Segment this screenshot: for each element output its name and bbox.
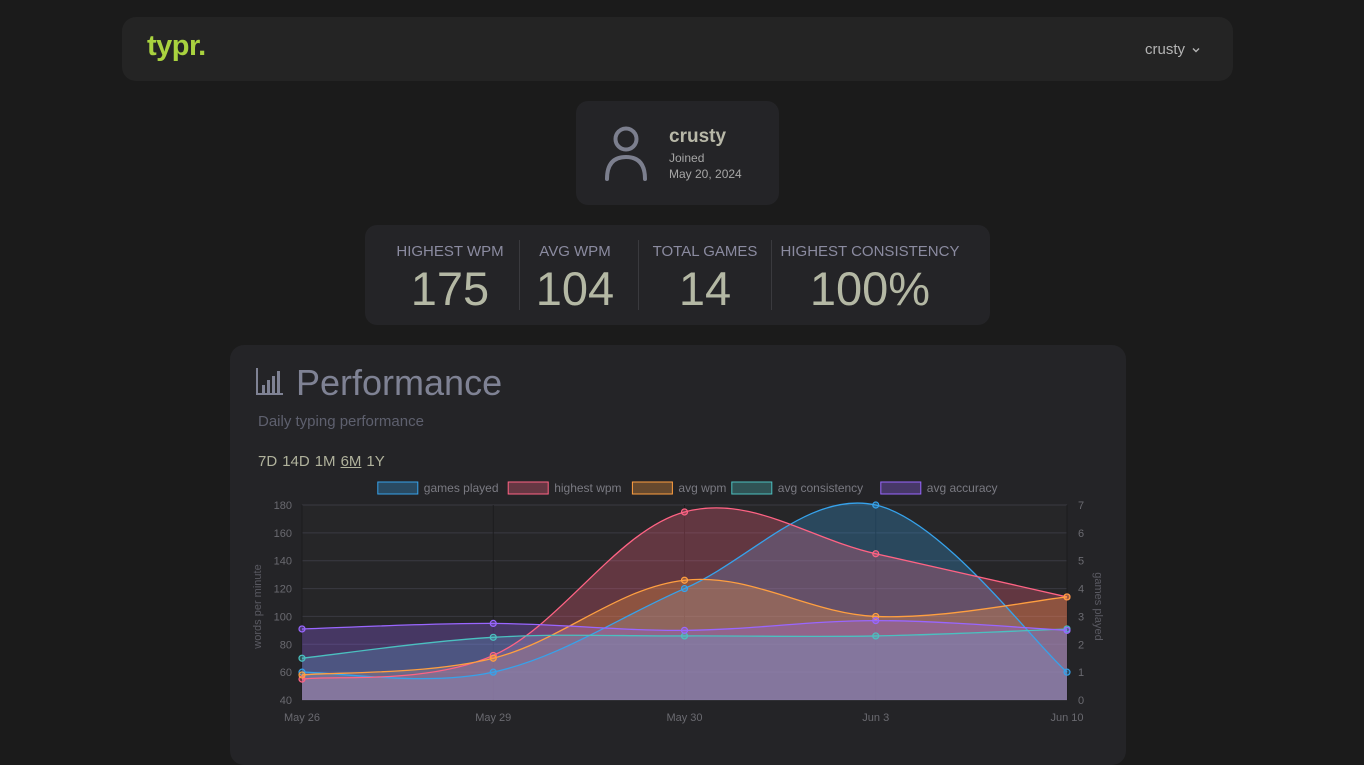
y2-tick-label: 7 [1078, 500, 1084, 512]
data-point [489, 633, 497, 641]
legend-swatch [507, 481, 549, 495]
data-point [489, 654, 497, 662]
y2-tick-label: 5 [1078, 556, 1084, 568]
legend-swatch [631, 481, 673, 495]
y-tick-label: 100 [274, 611, 292, 623]
data-point [680, 576, 689, 584]
y-tick-label: 40 [280, 695, 292, 707]
y2-tick-label: 2 [1078, 639, 1084, 651]
y-tick-label: 160 [274, 528, 292, 540]
x-tick-label: Jun 10 [1050, 712, 1083, 724]
legend-label: avg consistency [778, 481, 863, 495]
legend-swatch [731, 481, 773, 495]
y-tick-label: 180 [274, 500, 292, 512]
y-tick-label: 80 [280, 639, 292, 651]
y-tick-label: 60 [280, 667, 292, 679]
y2-tick-label: 1 [1078, 667, 1084, 679]
legend-label: games played [424, 481, 499, 495]
performance-chart: 40 60 80 100 120 140 160 180 0 1 2 3 4 5 6 7 May 26 May 2… [252, 481, 1104, 724]
data-point [680, 508, 689, 516]
x-tick-label: May 26 [284, 712, 320, 724]
y2-tick-label: 4 [1078, 584, 1084, 596]
x-tick-label: May 29 [475, 712, 511, 724]
data-point [298, 671, 306, 679]
y2-tick-label: 3 [1078, 611, 1084, 623]
data-point [298, 625, 306, 633]
data-point [1063, 626, 1071, 634]
data-point [489, 668, 497, 676]
y-axis-label: words per minute [252, 564, 264, 649]
data-point [1063, 668, 1071, 676]
chart-legend: games played highest wpm avg wpm avg consis… [377, 481, 998, 495]
y2-tick-label: 6 [1078, 528, 1084, 540]
legend-label: highest wpm [554, 481, 621, 495]
data-point [872, 550, 880, 558]
y2-axis-label: games played [1092, 572, 1104, 641]
y-tick-label: 140 [274, 556, 292, 568]
data-point [680, 584, 689, 593]
legend-swatch [880, 481, 922, 495]
y-tick-label: 120 [274, 584, 292, 596]
legend-label: avg wpm [678, 481, 726, 495]
data-point [872, 632, 880, 640]
data-point [1063, 593, 1071, 601]
x-tick-label: May 30 [666, 712, 702, 724]
data-point [680, 626, 689, 634]
legend-label: avg accuracy [927, 481, 998, 495]
data-point [872, 617, 880, 625]
data-point [489, 619, 497, 627]
legend-swatch [377, 481, 419, 495]
data-point [872, 501, 880, 509]
y2-tick-label: 0 [1078, 695, 1084, 707]
data-point [298, 654, 306, 662]
x-tick-label: Jun 3 [862, 712, 889, 724]
